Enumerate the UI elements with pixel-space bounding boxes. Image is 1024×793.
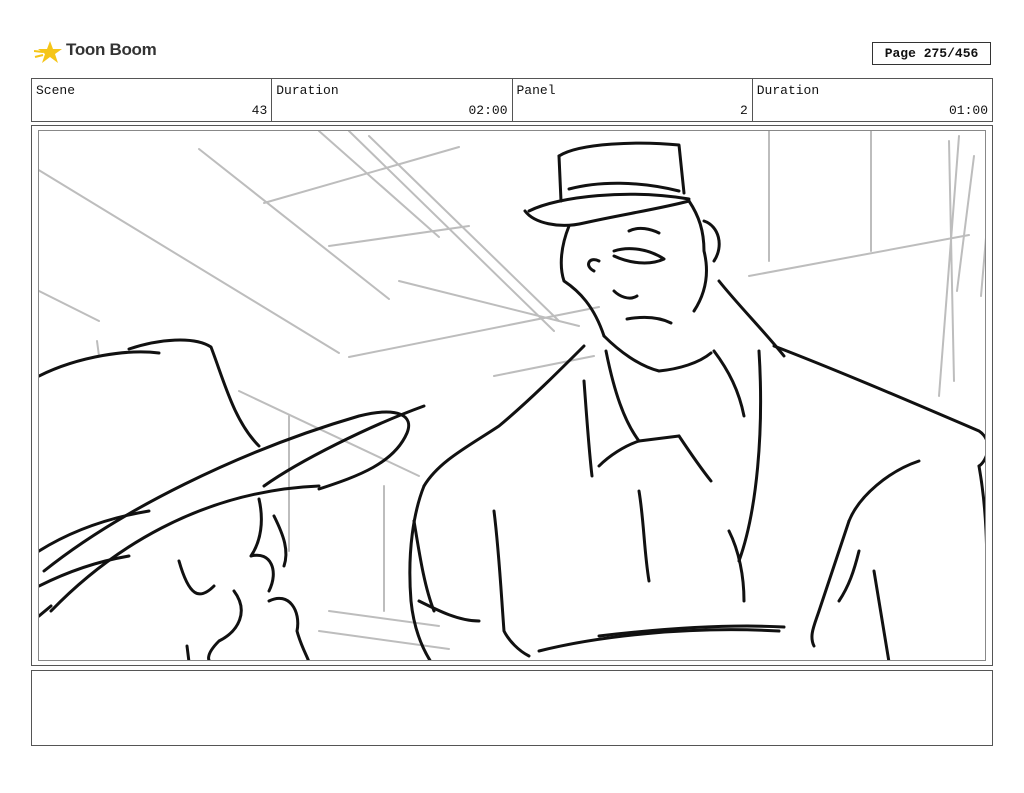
page-indicator: Page 275/456	[872, 42, 991, 65]
panel-duration-label: Duration	[756, 83, 820, 98]
scene-duration-value: 02:00	[468, 103, 508, 118]
logo-text: Toon Boom	[66, 40, 157, 59]
panel-duration-cell: Duration 01:00	[753, 79, 992, 121]
panel-label: Panel	[516, 83, 556, 98]
storyboard-panel-image	[38, 130, 986, 661]
storyboard-panel-frame	[31, 125, 993, 666]
panel-cell: Panel 2	[513, 79, 753, 121]
left-character-sketch	[39, 338, 426, 660]
panel-value: 2	[739, 103, 748, 118]
scene-duration-cell: Duration 02:00	[272, 79, 513, 121]
right-character-sketch	[408, 141, 985, 660]
scene-cell: Scene 43	[32, 79, 273, 121]
scene-duration-label: Duration	[276, 83, 339, 98]
toon-boom-logo: Toon Boom	[33, 38, 164, 68]
storyboard-info-row: Scene 43 Duration 02:00 Panel 2 Duration…	[31, 78, 993, 122]
scene-label: Scene	[36, 83, 76, 98]
logo-star-icon	[33, 41, 62, 63]
scene-value: 43	[251, 103, 268, 118]
panel-notes-box	[31, 670, 993, 746]
panel-duration-value: 01:00	[948, 103, 988, 118]
